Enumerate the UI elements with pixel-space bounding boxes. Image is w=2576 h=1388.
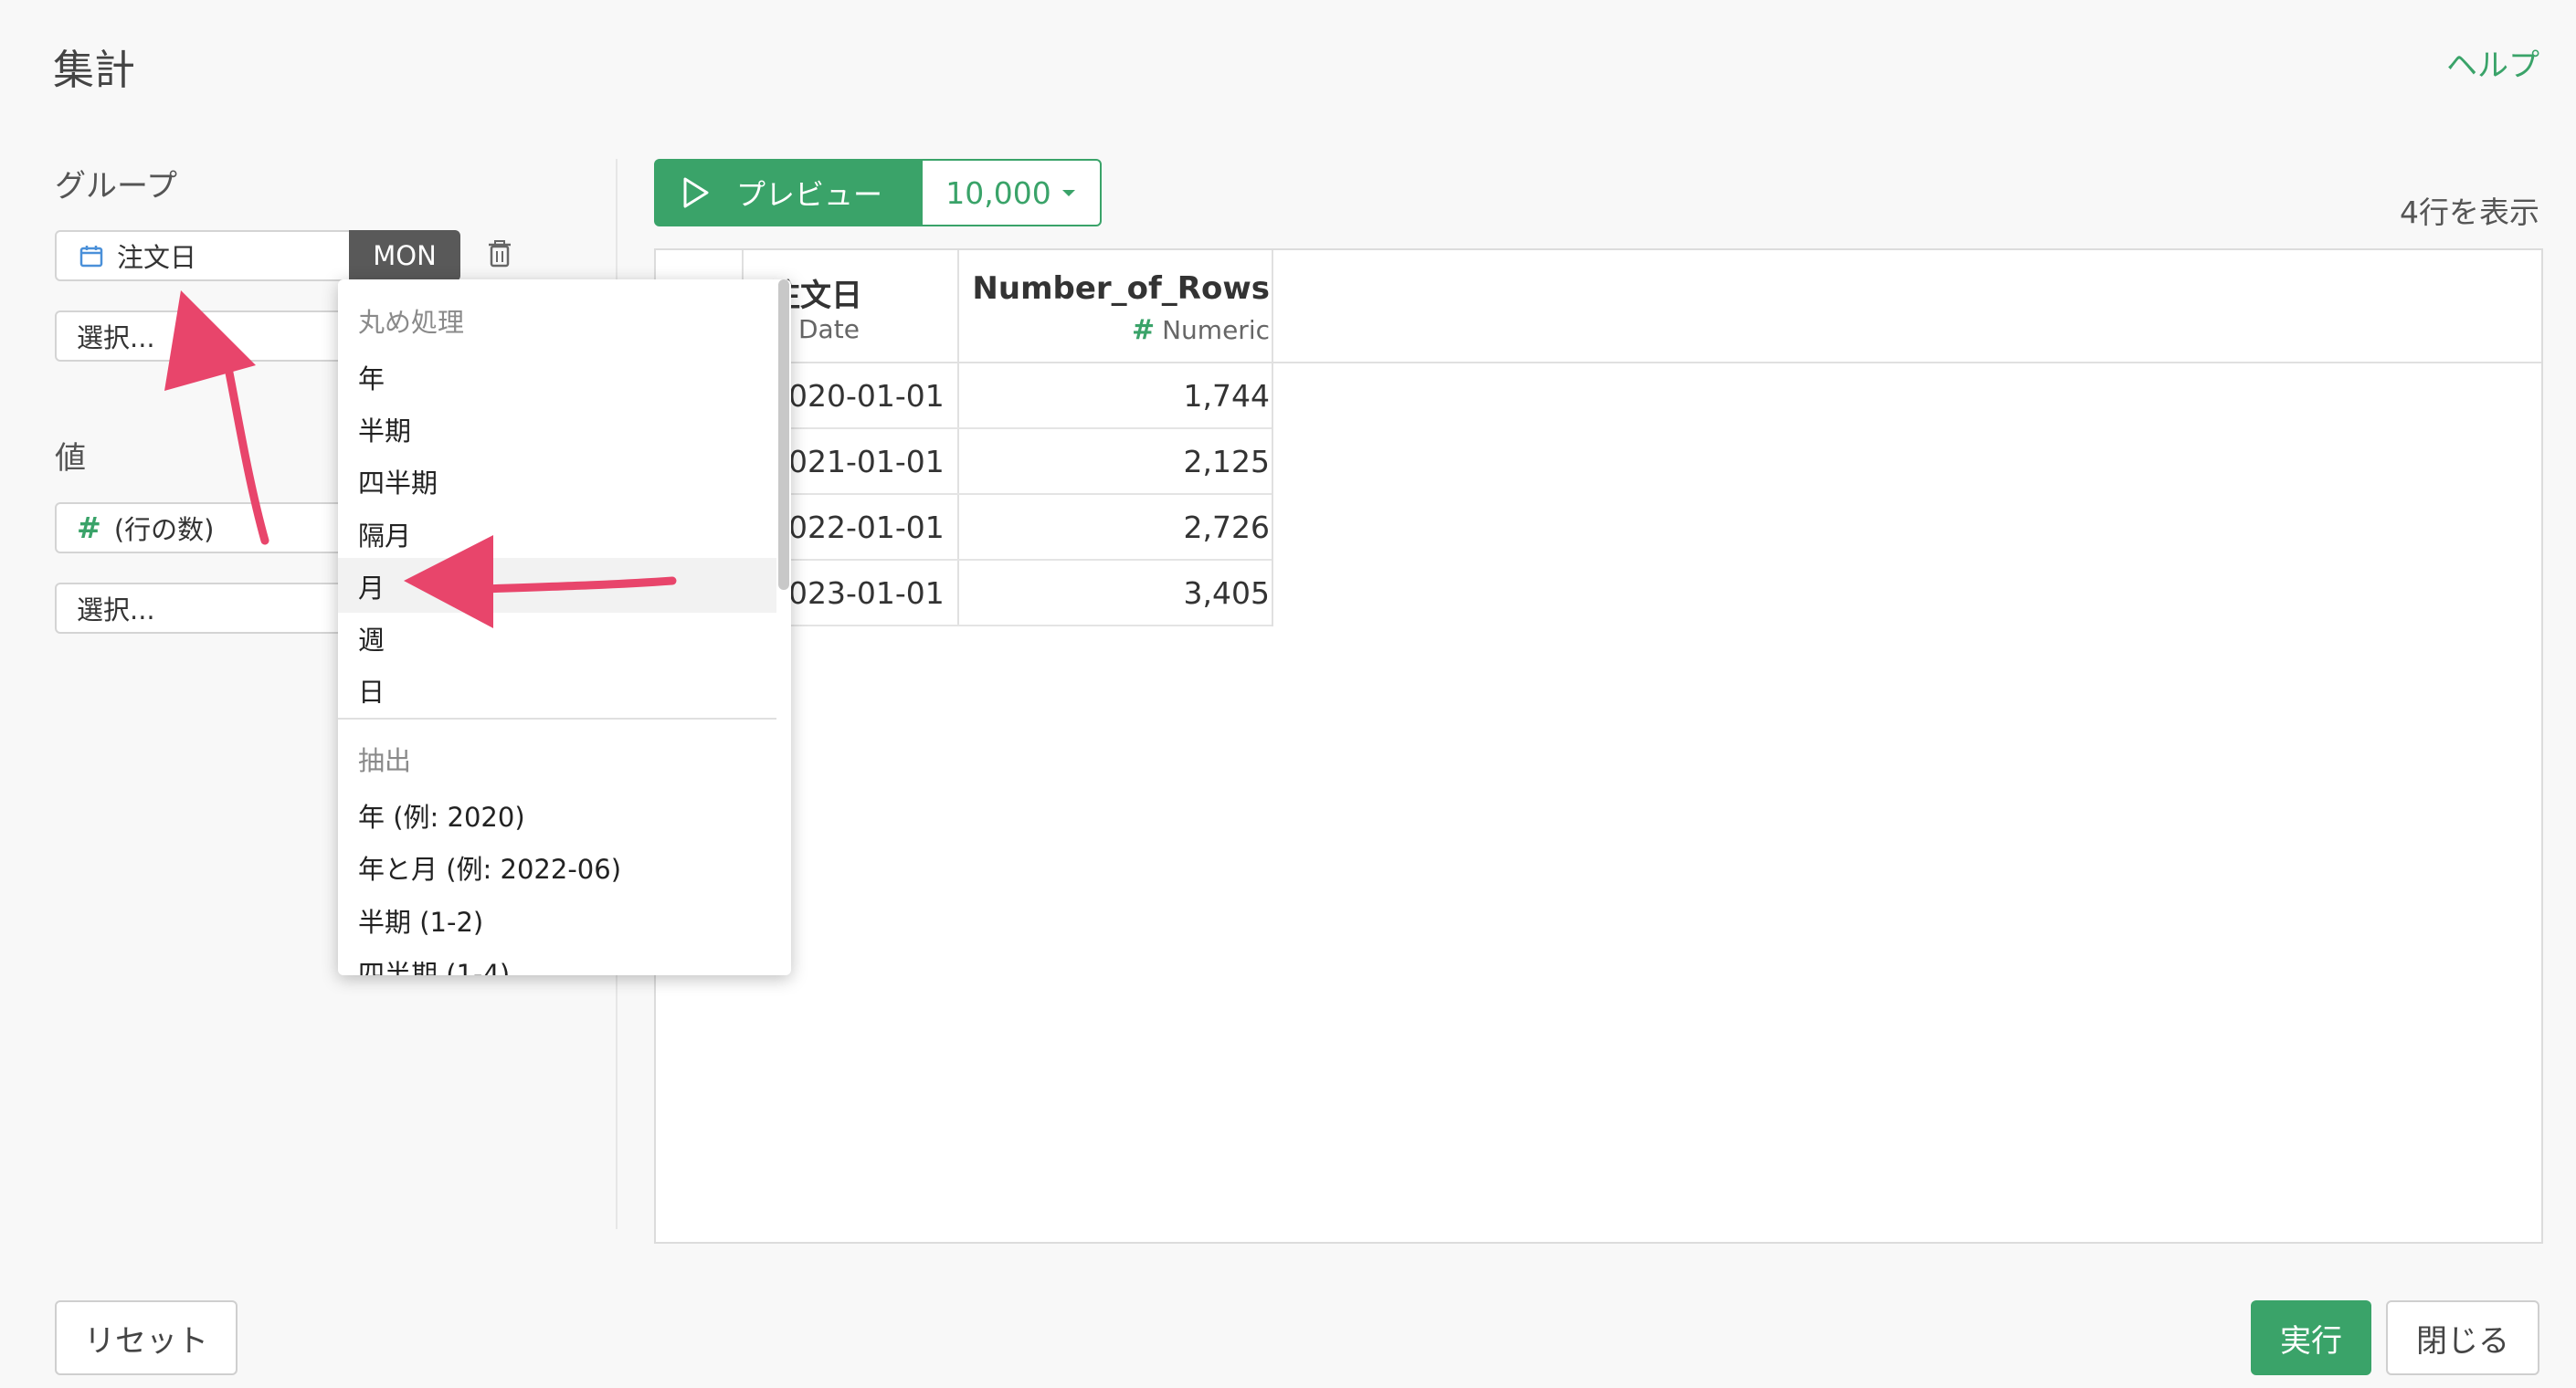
arrow-to-column-field (219, 341, 269, 545)
close-button[interactable]: 閉じる (2386, 1300, 2539, 1375)
reset-button[interactable]: リセット (55, 1300, 238, 1375)
arrow-head-left (404, 535, 493, 628)
run-button[interactable]: 実行 (2251, 1300, 2371, 1375)
arrow-head-up (164, 290, 256, 391)
annotation-arrows (164, 290, 677, 628)
arrow-to-month-item (478, 576, 677, 594)
